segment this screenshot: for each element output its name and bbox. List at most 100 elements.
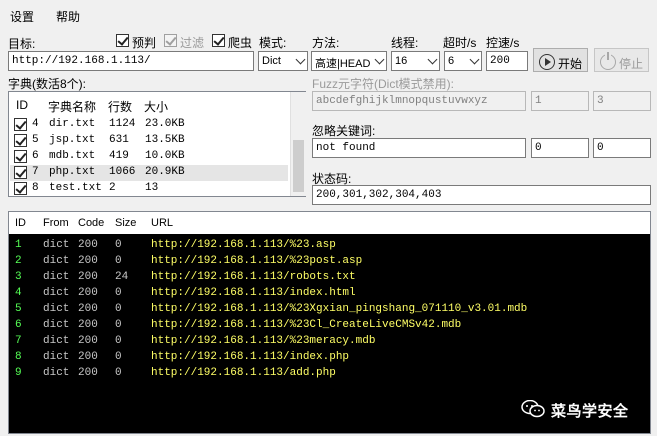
result-cell-size: 0 <box>115 303 122 315</box>
dict-cell-count: 1066 <box>109 166 136 178</box>
result-cell-code: 200 <box>78 303 98 315</box>
result-cell-code: 200 <box>78 255 98 267</box>
dict-scrollbar[interactable] <box>290 92 306 196</box>
result-row[interactable]: 3 dict 200 24 http://192.168.1.113/robots.tx… <box>9 270 650 286</box>
dict-col-id[interactable]: ID <box>16 98 28 112</box>
results-col-id[interactable]: ID <box>15 217 26 229</box>
results-listview[interactable]: ID From Code Size URL 1 dict 200 0 http://19… <box>8 211 651 434</box>
dict-col-name[interactable]: 字典名称 <box>48 98 96 115</box>
threads-select[interactable]: 16 <box>391 51 440 71</box>
result-cell-size: 24 <box>115 271 129 283</box>
dict-row-checkbox[interactable] <box>14 150 27 163</box>
ignore-max-input[interactable]: 0 <box>593 138 651 158</box>
stop-button-label: 停止 <box>619 57 644 71</box>
results-col-code[interactable]: Code <box>78 217 104 229</box>
timeout-select-value: 6 <box>448 55 455 67</box>
result-row[interactable]: 6 dict 200 0 http://192.168.1.113/%23Cl_Crea… <box>9 318 650 334</box>
watermark-text: 菜鸟学安全 <box>551 403 629 420</box>
result-row[interactable]: 7 dict 200 0 http://192.168.1.113/%23meracy.… <box>9 334 650 350</box>
menu-help[interactable]: 帮助 <box>56 8 80 25</box>
fuzz-min-input[interactable]: 1 <box>531 91 589 111</box>
result-cell-url: http://192.168.1.113/%23meracy.mdb <box>151 335 376 347</box>
result-cell-size: 0 <box>115 335 122 347</box>
results-col-from[interactable]: From <box>43 217 69 229</box>
dict-listview[interactable]: ID 字典名称 行数 大小 4 dir.txt 1124 23.0KB 5 jsp.txt… <box>8 91 306 197</box>
dict-row[interactable]: 8 test.txt 2 13 <box>10 181 288 197</box>
result-cell-code: 200 <box>78 319 98 331</box>
filter-checkbox[interactable] <box>164 34 177 47</box>
timeout-select[interactable]: 6 <box>444 51 482 71</box>
results-col-size[interactable]: Size <box>115 217 136 229</box>
result-cell-size: 0 <box>115 287 122 299</box>
result-row[interactable]: 8 dict 200 0 http://192.168.1.113/index.php <box>9 350 650 366</box>
ignore-input[interactable]: not found <box>312 138 526 158</box>
dict-cell-count: 2 <box>109 182 116 194</box>
dict-cell-name: mdb.txt <box>49 150 96 162</box>
result-cell-from: dict <box>43 351 70 363</box>
menu-settings[interactable]: 设置 <box>10 8 34 25</box>
status-codes-input[interactable]: 200,301,302,304,403 <box>312 185 651 205</box>
result-cell-size: 0 <box>115 255 122 267</box>
result-row[interactable]: 1 dict 200 0 http://192.168.1.113/%23.asp <box>9 238 650 254</box>
throttle-input[interactable]: 200 <box>486 51 528 71</box>
dict-cell-size: 23.0KB <box>145 118 185 130</box>
dict-label: 字典(数活8个): <box>8 77 87 91</box>
result-cell-from: dict <box>43 303 70 315</box>
dict-cell-count: 419 <box>109 150 129 162</box>
fuzz-label: Fuzz元字符(Dict模式禁用): <box>312 77 454 91</box>
result-row[interactable]: 5 dict 200 0 http://192.168.1.113/%23Xgxian_… <box>9 302 650 318</box>
dict-cell-name: jsp.txt <box>49 134 96 146</box>
start-button-label: 开始 <box>558 57 583 71</box>
result-cell-url: http://192.168.1.113/robots.txt <box>151 271 356 283</box>
dict-cell-size: 13.5KB <box>145 134 185 146</box>
stop-button[interactable]: 停止 <box>594 48 649 72</box>
target-input[interactable]: http://192.168.1.113/ <box>8 51 254 71</box>
result-cell-code: 200 <box>78 367 98 379</box>
throttle-label: 控速/s <box>486 36 520 50</box>
result-cell-code: 200 <box>78 287 98 299</box>
result-cell-id: 3 <box>15 271 22 283</box>
result-cell-size: 0 <box>115 319 122 331</box>
result-cell-code: 200 <box>78 335 98 347</box>
dict-scrollbar-thumb[interactable] <box>293 140 304 192</box>
chevron-down-icon <box>427 54 438 65</box>
dict-cell-name: dir.txt <box>49 118 96 130</box>
results-col-url[interactable]: URL <box>151 217 173 229</box>
result-cell-id: 1 <box>15 239 22 251</box>
dict-row[interactable]: 7 php.txt 1066 20.9KB <box>10 165 288 181</box>
dict-row[interactable]: 6 mdb.txt 419 10.0KB <box>10 149 288 165</box>
result-cell-url: http://192.168.1.113/index.php <box>151 351 350 363</box>
result-row[interactable]: 9 dict 200 0 http://192.168.1.113/add.php <box>9 366 650 382</box>
result-cell-url: http://192.168.1.113/%23Xgxian_pingshang… <box>151 303 528 315</box>
crawler-checkbox[interactable] <box>212 34 225 47</box>
result-cell-from: dict <box>43 271 70 283</box>
prejudge-checkbox[interactable] <box>116 34 129 47</box>
dict-row-checkbox[interactable] <box>14 118 27 131</box>
chevron-down-icon <box>295 54 306 65</box>
ignore-min-input[interactable]: 0 <box>531 138 589 158</box>
dict-row-checkbox[interactable] <box>14 166 27 179</box>
method-select-value: 高速|HEAD <box>315 58 371 70</box>
result-cell-url: http://192.168.1.113/index.html <box>151 287 356 299</box>
result-cell-code: 200 <box>78 239 98 251</box>
dict-row[interactable]: 5 jsp.txt 631 13.5KB <box>10 133 288 149</box>
dict-row-checkbox[interactable] <box>14 182 27 195</box>
start-button[interactable]: 开始 <box>533 48 588 72</box>
method-select[interactable]: 高速|HEAD <box>311 51 387 71</box>
result-row[interactable]: 2 dict 200 0 http://192.168.1.113/%23post.as… <box>9 254 650 270</box>
result-cell-from: dict <box>43 335 70 347</box>
dict-col-count[interactable]: 行数 <box>108 98 132 115</box>
result-cell-id: 5 <box>15 303 22 315</box>
result-cell-size: 0 <box>115 351 122 363</box>
ignore-label: 忽略关键词: <box>312 124 376 138</box>
result-cell-id: 8 <box>15 351 22 363</box>
threads-label: 线程: <box>391 36 419 50</box>
result-row[interactable]: 4 dict 200 0 http://192.168.1.113/index.html <box>9 286 650 302</box>
dict-row-checkbox[interactable] <box>14 134 27 147</box>
fuzz-chars-input[interactable]: abcdefghijklmnopqustuvwxyz <box>312 91 526 111</box>
dict-cell-name: test.txt <box>49 182 102 194</box>
dict-row[interactable]: 4 dir.txt 1124 23.0KB <box>10 117 288 133</box>
mode-select[interactable]: Dict <box>258 51 308 71</box>
dict-col-size[interactable]: 大小 <box>144 98 168 115</box>
fuzz-max-input[interactable]: 3 <box>593 91 651 111</box>
